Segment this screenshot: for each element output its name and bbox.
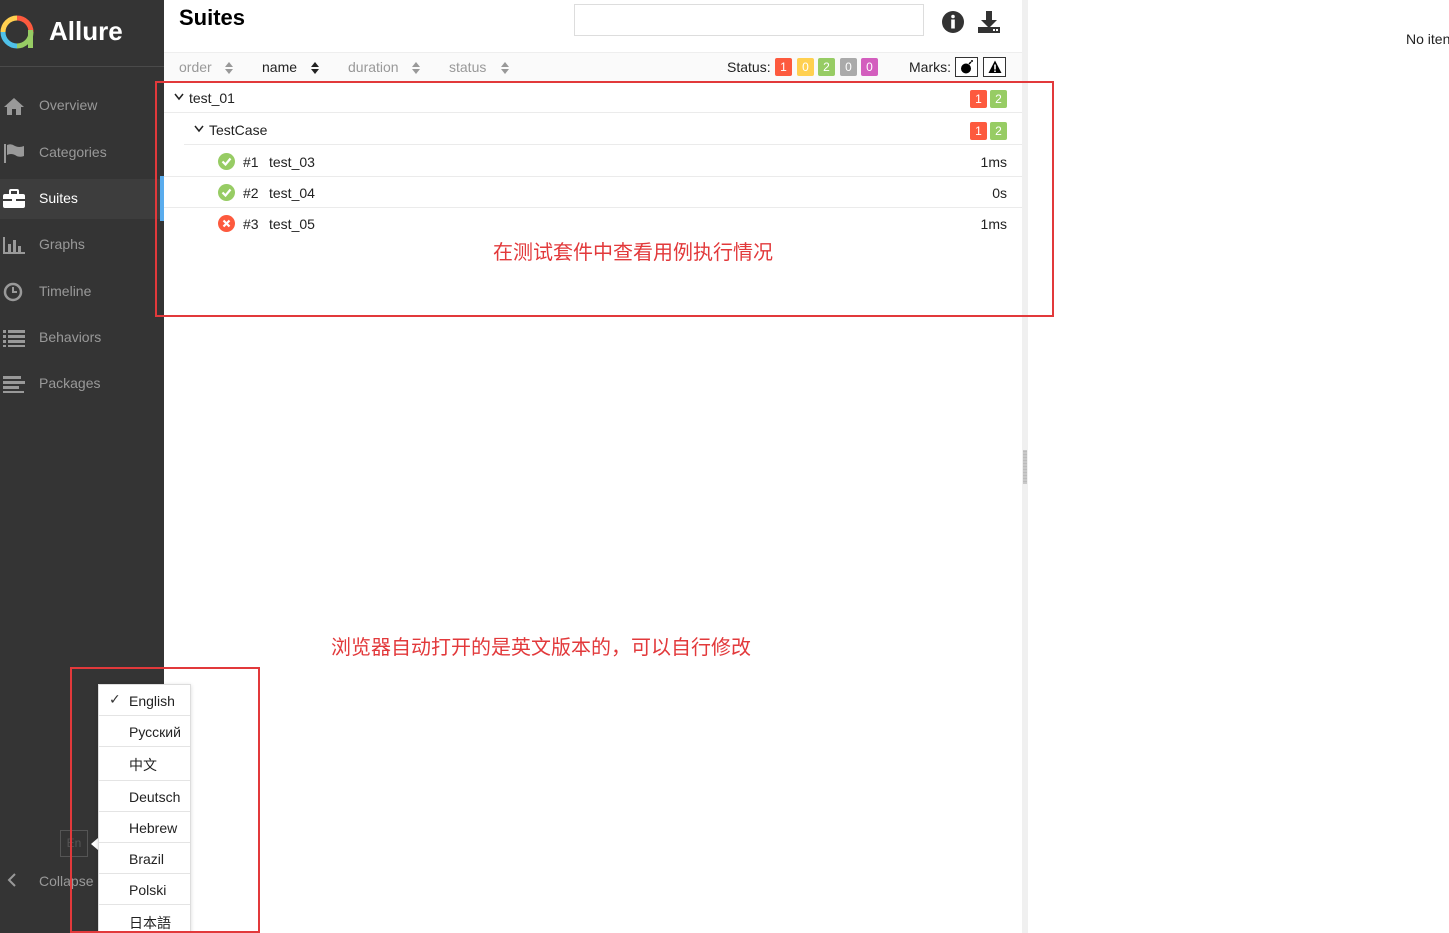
status-filter-unknown[interactable]: 0 bbox=[861, 58, 878, 76]
nav-label: Overview bbox=[39, 97, 98, 113]
download-icon[interactable] bbox=[977, 10, 1001, 34]
search-input[interactable] bbox=[574, 4, 924, 36]
nav-label: Categories bbox=[39, 144, 107, 160]
status-filter-skipped[interactable]: 0 bbox=[840, 58, 857, 76]
sort-name[interactable]: name bbox=[262, 59, 297, 75]
sort-order[interactable]: order bbox=[179, 59, 212, 75]
sort-arrows-icon[interactable] bbox=[225, 62, 233, 74]
nav-item-overview[interactable]: Overview bbox=[0, 86, 164, 126]
nav-item-graphs[interactable]: Graphs bbox=[0, 225, 164, 265]
sort-status[interactable]: status bbox=[449, 59, 486, 75]
nav-label: Timeline bbox=[39, 283, 92, 299]
nav-label: Behaviors bbox=[39, 329, 102, 345]
mark-flaky-toggle[interactable] bbox=[955, 57, 978, 77]
annotation-text-language: 浏览器自动打开的是英文版本的，可以自行修改 bbox=[331, 635, 751, 659]
annotation-box-language bbox=[70, 667, 260, 933]
align-left-icon bbox=[3, 376, 25, 393]
sort-duration[interactable]: duration bbox=[348, 59, 399, 75]
status-filter-passed[interactable]: 2 bbox=[818, 58, 835, 76]
sort-bar: order name duration status Status: 1 0 2… bbox=[164, 52, 1022, 82]
status-filter-broken[interactable]: 0 bbox=[797, 58, 814, 76]
bar-chart-icon bbox=[3, 237, 25, 254]
nav-item-timeline[interactable]: Timeline bbox=[0, 272, 164, 312]
nav-item-suites[interactable]: Suites bbox=[0, 179, 164, 219]
annotation-text-suites: 在测试套件中查看用例执行情况 bbox=[493, 240, 773, 264]
status-filter-failed[interactable]: 1 bbox=[775, 58, 792, 76]
app-name: Allure bbox=[49, 16, 123, 46]
clock-icon bbox=[3, 282, 23, 302]
status-filter-label: Status: bbox=[727, 59, 771, 75]
flag-icon bbox=[4, 144, 24, 163]
allure-report-window: Allure Overview Categories Suites Graphs… bbox=[0, 0, 1449, 933]
list-icon bbox=[3, 330, 25, 347]
nav-item-packages[interactable]: Packages bbox=[0, 364, 164, 404]
info-icon[interactable] bbox=[941, 10, 965, 34]
nav-item-categories[interactable]: Categories bbox=[0, 133, 164, 173]
nav-label: Packages bbox=[39, 375, 101, 391]
mark-new-failed-toggle[interactable] bbox=[983, 57, 1006, 77]
home-icon bbox=[4, 98, 24, 115]
nav-label: Graphs bbox=[39, 236, 85, 252]
sort-arrows-icon[interactable] bbox=[501, 62, 509, 74]
empty-details-text: No iten bbox=[1406, 31, 1449, 47]
briefcase-icon bbox=[3, 189, 25, 208]
page-title: Suites bbox=[179, 5, 246, 30]
marks-label: Marks: bbox=[909, 59, 951, 75]
chevron-left-icon bbox=[7, 873, 16, 887]
warning-icon bbox=[988, 60, 1002, 73]
bomb-icon bbox=[961, 60, 973, 74]
allure-logo-icon bbox=[0, 15, 34, 49]
pane-resize-handle[interactable] bbox=[1023, 450, 1027, 484]
nav-item-behaviors[interactable]: Behaviors bbox=[0, 318, 164, 358]
sort-arrows-icon[interactable] bbox=[412, 62, 420, 74]
annotation-box-suites bbox=[155, 81, 1054, 317]
brand[interactable]: Allure bbox=[0, 0, 164, 67]
nav-label: Suites bbox=[39, 190, 78, 206]
sort-arrows-icon[interactable] bbox=[311, 62, 319, 74]
